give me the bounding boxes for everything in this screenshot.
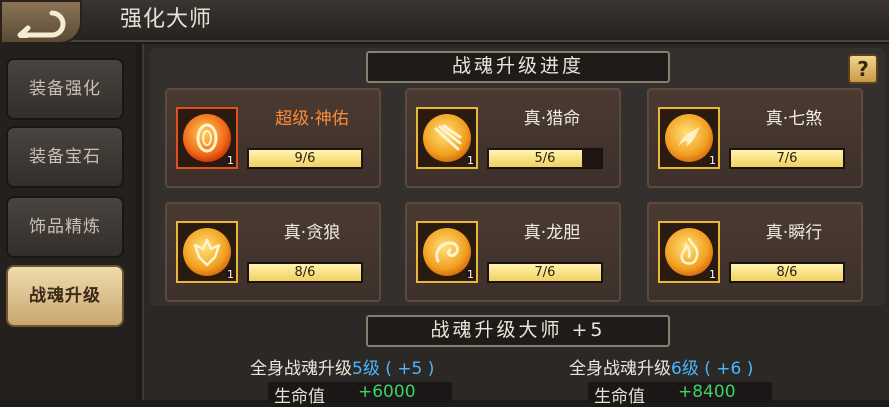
- next-bonus-level: 6级: [671, 359, 699, 379]
- shield-rune-icon: [196, 123, 218, 153]
- soul-card[interactable]: 1 真·七煞 7/6: [647, 88, 863, 188]
- soul-level: 1: [709, 154, 716, 167]
- soul-progress-text: 8/6: [776, 265, 798, 280]
- page-title: 强化大师: [120, 7, 213, 32]
- soul-icon-frame: 1: [176, 107, 238, 169]
- soul-progress-text: 7/6: [776, 151, 798, 166]
- soul-progress-bar: 8/6: [247, 262, 363, 283]
- soul-name: 超级·神佑: [275, 109, 349, 129]
- soul-icon-frame: 1: [658, 221, 720, 283]
- current-bonus-title: 全身战魂升级5级 ( +5 ): [250, 354, 434, 379]
- soul-progress-bar: 5/6: [487, 148, 603, 169]
- sidebar: 装备强化 装备宝石 饰品精炼 战魂升级: [0, 44, 136, 400]
- soul-progress-bar: 7/6: [729, 148, 845, 169]
- soul-card[interactable]: 1 真·猎命 5/6: [405, 88, 621, 188]
- soul-card[interactable]: 1 真·瞬行 8/6: [647, 202, 863, 302]
- soul-level: 1: [227, 268, 234, 281]
- soul-icon-frame: 1: [658, 107, 720, 169]
- progress-header: 战魂升级进度: [366, 51, 670, 83]
- soul-level: 1: [467, 154, 474, 167]
- sidebar-item-equipment-gem[interactable]: 装备宝石: [6, 126, 124, 188]
- wolf-head-icon: [193, 238, 221, 267]
- soul-name: 真·猎命: [523, 109, 581, 129]
- sidebar-item-equipment-enhance[interactable]: 装备强化: [6, 58, 124, 120]
- soul-name: 真·龙胆: [523, 223, 581, 243]
- current-stat-value: +6000: [358, 382, 416, 402]
- soul-level: 1: [227, 154, 234, 167]
- current-bonus-level: 5级: [352, 359, 380, 379]
- current-bonus-prefix: 全身战魂升级: [250, 359, 352, 379]
- soul-progress-bar: 8/6: [729, 262, 845, 283]
- next-bonus-prefix: 全身战魂升级: [569, 359, 671, 379]
- soul-name: 真·瞬行: [765, 223, 823, 243]
- flame-horse-icon: [680, 237, 699, 265]
- soul-progress-text: 8/6: [294, 265, 316, 280]
- soul-card[interactable]: 1 真·龙胆 7/6: [405, 202, 621, 302]
- next-stat-label: 生命值: [594, 387, 645, 407]
- soul-progress-bar: 7/6: [487, 262, 603, 283]
- soul-icon-frame: 1: [416, 107, 478, 169]
- soul-icon-frame: 1: [176, 221, 238, 283]
- next-stat-value: +8400: [678, 382, 736, 402]
- sidebar-item-accessory-refine[interactable]: 饰品精炼: [6, 196, 124, 258]
- next-stat-row: 生命值 +8400: [588, 382, 772, 407]
- back-button[interactable]: [0, 0, 82, 44]
- soul-name: 真·七煞: [765, 109, 823, 129]
- back-arrow-icon: [17, 10, 66, 38]
- dragon-icon: [435, 241, 459, 263]
- next-bonus-title: 全身战魂升级6级 ( +6 ): [569, 354, 753, 379]
- soul-progress-text: 9/6: [294, 151, 316, 166]
- top-bar: 强化大师: [0, 0, 889, 44]
- current-bonus-amount: ( +5 ): [379, 359, 435, 379]
- soul-name: 真·贪狼: [283, 223, 341, 243]
- sidebar-item-soul-upgrade[interactable]: 战魂升级: [6, 265, 124, 327]
- soul-icon-frame: 1: [416, 221, 478, 283]
- soul-progress-text: 5/6: [534, 151, 556, 166]
- phoenix-icon: [678, 127, 700, 147]
- soul-level: 1: [467, 268, 474, 281]
- current-stat-label: 生命值: [274, 387, 325, 407]
- master-header: 战魂升级大师 +5: [366, 315, 670, 347]
- soul-level: 1: [709, 268, 716, 281]
- current-stat-row: 生命值 +6000: [268, 382, 452, 407]
- soul-progress-bar: 9/6: [247, 148, 363, 169]
- next-bonus-amount: ( +6 ): [698, 359, 754, 379]
- soul-card[interactable]: 1 超级·神佑 9/6: [165, 88, 381, 188]
- wolf-claw-icon: [434, 124, 462, 151]
- soul-progress-text: 7/6: [534, 265, 556, 280]
- help-button[interactable]: ?: [848, 54, 878, 84]
- soul-card[interactable]: 1 真·贪狼 8/6: [165, 202, 381, 302]
